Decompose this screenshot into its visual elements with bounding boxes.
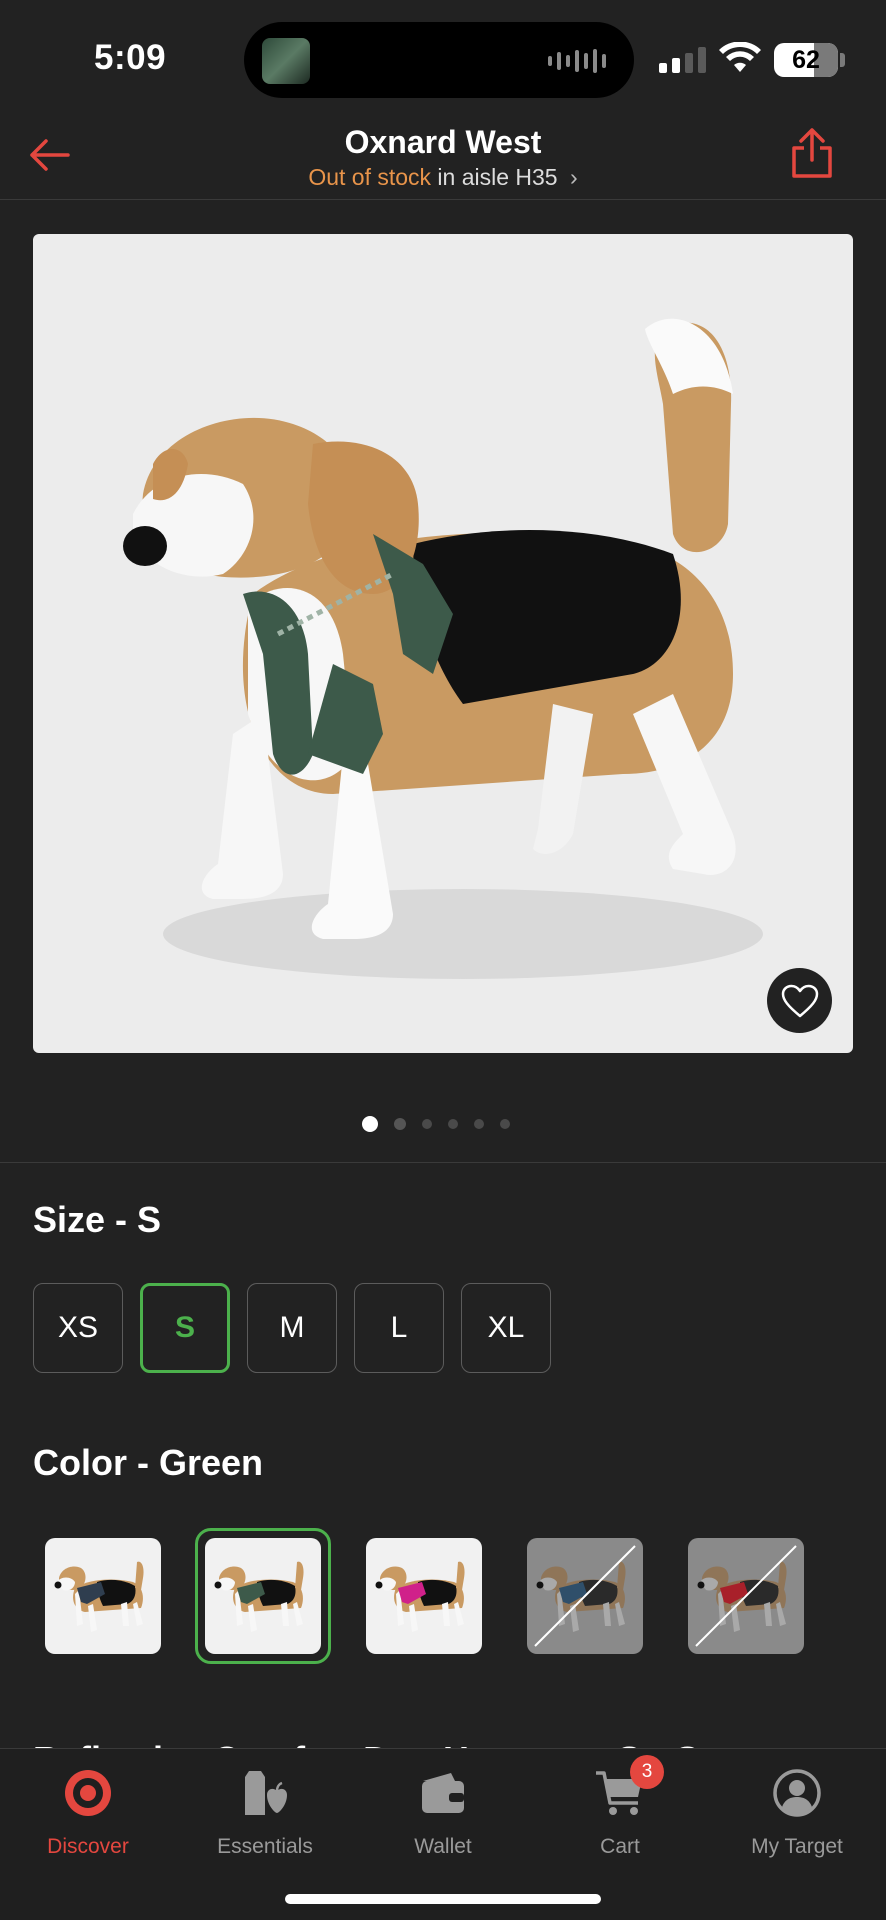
color-swatch[interactable] bbox=[527, 1538, 643, 1654]
heart-icon bbox=[781, 984, 818, 1017]
color-swatch[interactable] bbox=[688, 1538, 804, 1654]
store-header: Oxnard West Out of stock in aisle H35 › bbox=[0, 110, 886, 200]
pagination-dot[interactable] bbox=[448, 1119, 458, 1129]
swatch-dog-thumbnail bbox=[375, 1561, 465, 1632]
aisle-location-link[interactable]: Out of stock in aisle H35 › bbox=[0, 164, 886, 191]
color-swatch[interactable] bbox=[45, 1538, 161, 1654]
battery-level: 62 bbox=[792, 46, 820, 74]
tab-my-target[interactable]: My Target bbox=[722, 1767, 872, 1859]
dog-harness-photo bbox=[123, 318, 763, 979]
pagination-dot[interactable] bbox=[394, 1118, 406, 1130]
section-divider bbox=[0, 1162, 886, 1163]
product-image[interactable] bbox=[33, 234, 853, 1053]
swatch-dog-thumbnail bbox=[534, 1545, 636, 1647]
size-selector: XS S M L XL bbox=[33, 1283, 551, 1373]
cart-count-badge: 3 bbox=[630, 1755, 664, 1789]
chevron-right-icon: › bbox=[570, 164, 578, 190]
swatch-dog-thumbnail bbox=[214, 1561, 304, 1632]
home-indicator bbox=[285, 1894, 601, 1904]
status-time: 5:09 bbox=[94, 38, 167, 77]
target-logo-icon bbox=[65, 1770, 111, 1816]
store-name[interactable]: Oxnard West bbox=[0, 124, 886, 161]
color-selector bbox=[45, 1528, 845, 1668]
pagination-dot[interactable] bbox=[474, 1119, 484, 1129]
wallet-icon bbox=[422, 1773, 464, 1813]
swatch-dog-thumbnail bbox=[695, 1545, 797, 1647]
stock-status: Out of stock bbox=[308, 164, 432, 190]
tab-label: My Target bbox=[751, 1835, 843, 1858]
now-playing-artwork bbox=[262, 38, 310, 84]
size-option-s[interactable]: S bbox=[140, 1283, 230, 1373]
size-option-m[interactable]: M bbox=[247, 1283, 337, 1373]
swatch-dog-thumbnail bbox=[54, 1561, 144, 1632]
size-option-l[interactable]: L bbox=[354, 1283, 444, 1373]
wifi-icon bbox=[719, 42, 761, 72]
share-icon[interactable] bbox=[790, 126, 834, 180]
tab-wallet[interactable]: Wallet bbox=[368, 1767, 518, 1859]
dynamic-island[interactable] bbox=[244, 22, 634, 98]
tab-label: Discover bbox=[47, 1835, 129, 1858]
color-heading: Color - Green bbox=[33, 1442, 264, 1483]
color-swatch[interactable] bbox=[205, 1538, 321, 1654]
profile-icon bbox=[773, 1769, 821, 1817]
status-bar: 5:09 62 bbox=[0, 0, 886, 110]
audio-waveform-icon bbox=[548, 49, 606, 73]
cellular-signal-icon bbox=[659, 47, 706, 73]
image-pagination[interactable] bbox=[362, 1116, 510, 1132]
tab-discover[interactable]: Discover bbox=[13, 1767, 163, 1859]
essentials-icon bbox=[245, 1771, 287, 1815]
aisle-text: in aisle H35 bbox=[437, 164, 558, 190]
color-swatch[interactable] bbox=[366, 1538, 482, 1654]
tab-label: Cart bbox=[600, 1835, 640, 1858]
size-option-xs[interactable]: XS bbox=[33, 1283, 123, 1373]
pagination-dot[interactable] bbox=[500, 1119, 510, 1129]
favorite-button[interactable] bbox=[767, 968, 832, 1033]
tab-label: Essentials bbox=[217, 1835, 313, 1858]
size-option-xl[interactable]: XL bbox=[461, 1283, 551, 1373]
pagination-dot[interactable] bbox=[422, 1119, 432, 1129]
battery-icon: 62 bbox=[774, 43, 838, 77]
pagination-dot-active[interactable] bbox=[362, 1116, 378, 1132]
tab-essentials[interactable]: Essentials bbox=[190, 1767, 340, 1859]
size-heading: Size - S bbox=[33, 1199, 162, 1240]
battery-cap bbox=[840, 53, 845, 67]
tab-label: Wallet bbox=[414, 1835, 472, 1858]
tab-cart[interactable]: 3 Cart bbox=[545, 1755, 695, 1859]
